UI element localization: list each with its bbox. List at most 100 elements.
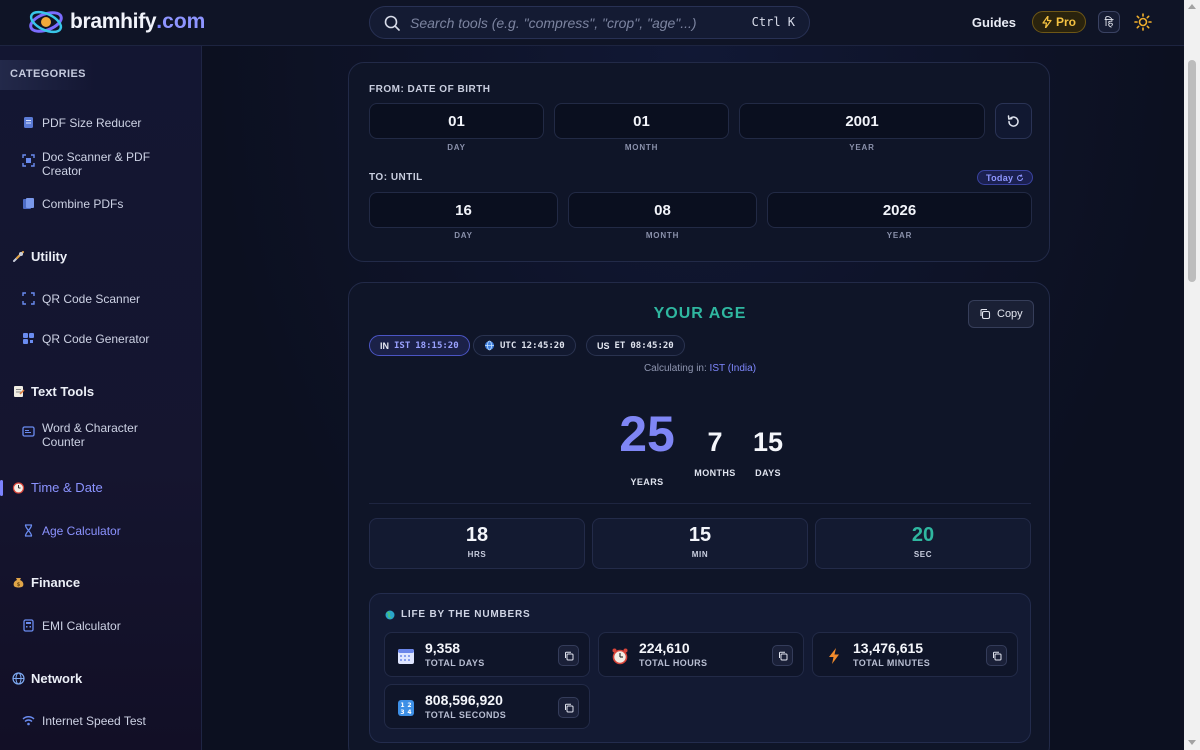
copy-button[interactable]: Copy — [968, 300, 1034, 328]
total-days-caption: TOTAL DAYS — [425, 658, 485, 668]
sidebar-item-label: QR Code Scanner — [42, 292, 141, 306]
from-day-field[interactable]: 01 — [369, 103, 544, 139]
group-finance[interactable]: $ Finance — [12, 575, 80, 590]
from-month-field[interactable]: 01 — [554, 103, 729, 139]
to-month-caption: MONTH — [645, 231, 680, 240]
logo[interactable]: bramhify . com — [26, 8, 205, 36]
life-title-label: LIFE BY THE NUMBERS — [401, 609, 531, 620]
scan-icon — [22, 154, 35, 167]
minutes-caption: MIN — [691, 550, 709, 559]
scroll-down-arrow[interactable] — [1188, 740, 1196, 745]
to-month-field[interactable]: 08 — [568, 192, 757, 228]
qr-scan-icon — [22, 292, 35, 305]
to-day-field[interactable]: 16 — [369, 192, 558, 228]
sidebar-item-label: Age Calculator — [42, 524, 121, 538]
scrollbar[interactable] — [1184, 0, 1200, 750]
svg-text:3: 3 — [400, 709, 404, 716]
files-icon — [23, 198, 34, 209]
copy-hours-button[interactable] — [772, 645, 793, 666]
hours-box: 18 HRS — [369, 518, 585, 569]
wifi-icon — [22, 716, 35, 726]
timezone-et[interactable]: US ET 08:45:20 — [586, 335, 685, 356]
divider — [369, 503, 1031, 504]
copy-icon — [564, 651, 573, 660]
age-result-card: YOUR AGE Copy IN IST 18:15:20 UTC 12:45:… — [348, 282, 1050, 750]
pro-button[interactable]: Pro — [1031, 11, 1086, 33]
group-network[interactable]: Network — [12, 671, 82, 686]
to-year-field[interactable]: 2026 — [767, 192, 1032, 228]
guides-link[interactable]: Guides — [972, 15, 1016, 30]
pro-label: Pro — [1055, 15, 1076, 29]
timezone-zone: IST — [394, 340, 411, 351]
calculator-icon — [23, 619, 34, 632]
timezone-utc[interactable]: UTC 12:45:20 — [473, 335, 576, 356]
sidebar-item-word-counter[interactable]: Word & Character Counter — [22, 421, 142, 449]
hourglass-icon — [24, 524, 33, 537]
language-toggle[interactable]: हि — [1098, 11, 1120, 33]
total-days-value: 9,358 — [425, 640, 461, 656]
group-text-tools[interactable]: Text Tools — [12, 384, 94, 399]
scroll-thumb[interactable] — [1188, 60, 1196, 282]
search-input[interactable] — [410, 14, 740, 31]
text-counter-icon — [22, 426, 35, 437]
country-code: IN — [380, 340, 389, 351]
sidebar-item-doc-scanner[interactable]: Doc Scanner & PDF Creator — [22, 150, 152, 178]
search-bar[interactable]: Ctrl K — [369, 6, 810, 39]
copy-seconds-button[interactable] — [558, 697, 579, 718]
sidebar-item-qr-code-generator[interactable]: QR Code Generator — [22, 332, 149, 346]
earth-icon — [385, 610, 395, 619]
categories-title: CATEGORIES — [0, 60, 94, 90]
theme-toggle[interactable] — [1132, 11, 1154, 33]
alarm-clock-icon — [12, 482, 25, 494]
total-hours-value: 224,610 — [639, 640, 690, 656]
group-label: Utility — [31, 249, 68, 264]
lightning-icon — [1042, 16, 1052, 28]
copy-days-button[interactable] — [558, 645, 579, 666]
calendar-icon — [398, 649, 414, 664]
copy-icon — [992, 651, 1001, 660]
total-hours-caption: TOTAL HOURS — [639, 658, 708, 668]
refresh-icon — [1017, 173, 1024, 181]
numbers-icon: 1 23 4 — [398, 700, 414, 716]
your-age-title: YOUR AGE — [653, 305, 747, 322]
hours-caption: HRS — [467, 550, 487, 559]
from-label: FROM: DATE OF BIRTH — [369, 84, 491, 95]
total-seconds-caption: TOTAL SECONDS — [425, 710, 507, 720]
timezone-ist[interactable]: IN IST 18:15:20 — [369, 335, 470, 356]
sidebar-item-qr-code-scanner[interactable]: QR Code Scanner — [22, 292, 140, 306]
reset-button[interactable] — [995, 103, 1032, 139]
minutes-value: 15 — [688, 524, 712, 546]
days-value: 15 — [752, 427, 784, 457]
group-time-date[interactable]: Time & Date — [12, 480, 103, 495]
total-hours-box: 224,610 TOTAL HOURS — [598, 632, 804, 677]
sidebar-item-combine-pdfs[interactable]: Combine PDFs — [22, 197, 123, 211]
country-code: US — [597, 340, 610, 351]
from-year-field[interactable]: 2001 — [739, 103, 985, 139]
from-day-caption: DAY — [447, 143, 466, 152]
group-utility[interactable]: Utility — [12, 249, 67, 264]
timezone-zone: ET — [614, 340, 626, 351]
logo-icon — [26, 8, 66, 36]
calculating-in: Calculating in: IST (India) — [349, 363, 1051, 374]
search-shortcut: Ctrl K — [751, 15, 795, 29]
globe-icon — [12, 672, 25, 685]
group-label: Time & Date — [31, 480, 103, 495]
sidebar-item-speed-test[interactable]: Internet Speed Test — [22, 714, 146, 728]
to-day-caption: DAY — [454, 231, 473, 240]
copy-minutes-button[interactable] — [986, 645, 1007, 666]
logo-name: bramhify — [70, 10, 157, 33]
scroll-up-arrow[interactable] — [1188, 4, 1196, 9]
sidebar-item-age-calculator[interactable]: Age Calculator — [22, 524, 121, 538]
to-label: TO: UNTIL — [369, 172, 423, 183]
document-icon — [24, 117, 33, 128]
active-indicator — [0, 480, 3, 496]
sidebar-item-pdf-size-reducer[interactable]: PDF Size Reducer — [22, 116, 141, 130]
sidebar-item-label: Word & Character Counter — [42, 421, 138, 449]
sidebar-item-emi-calculator[interactable]: EMI Calculator — [22, 619, 121, 633]
today-button[interactable]: Today — [977, 170, 1034, 185]
total-minutes-box: 13,476,615 TOTAL MINUTES — [812, 632, 1018, 677]
today-label: Today — [986, 172, 1014, 183]
group-label: Text Tools — [31, 384, 95, 399]
from-month-caption: MONTH — [624, 143, 659, 152]
calc-prefix: Calculating in: — [643, 363, 707, 374]
